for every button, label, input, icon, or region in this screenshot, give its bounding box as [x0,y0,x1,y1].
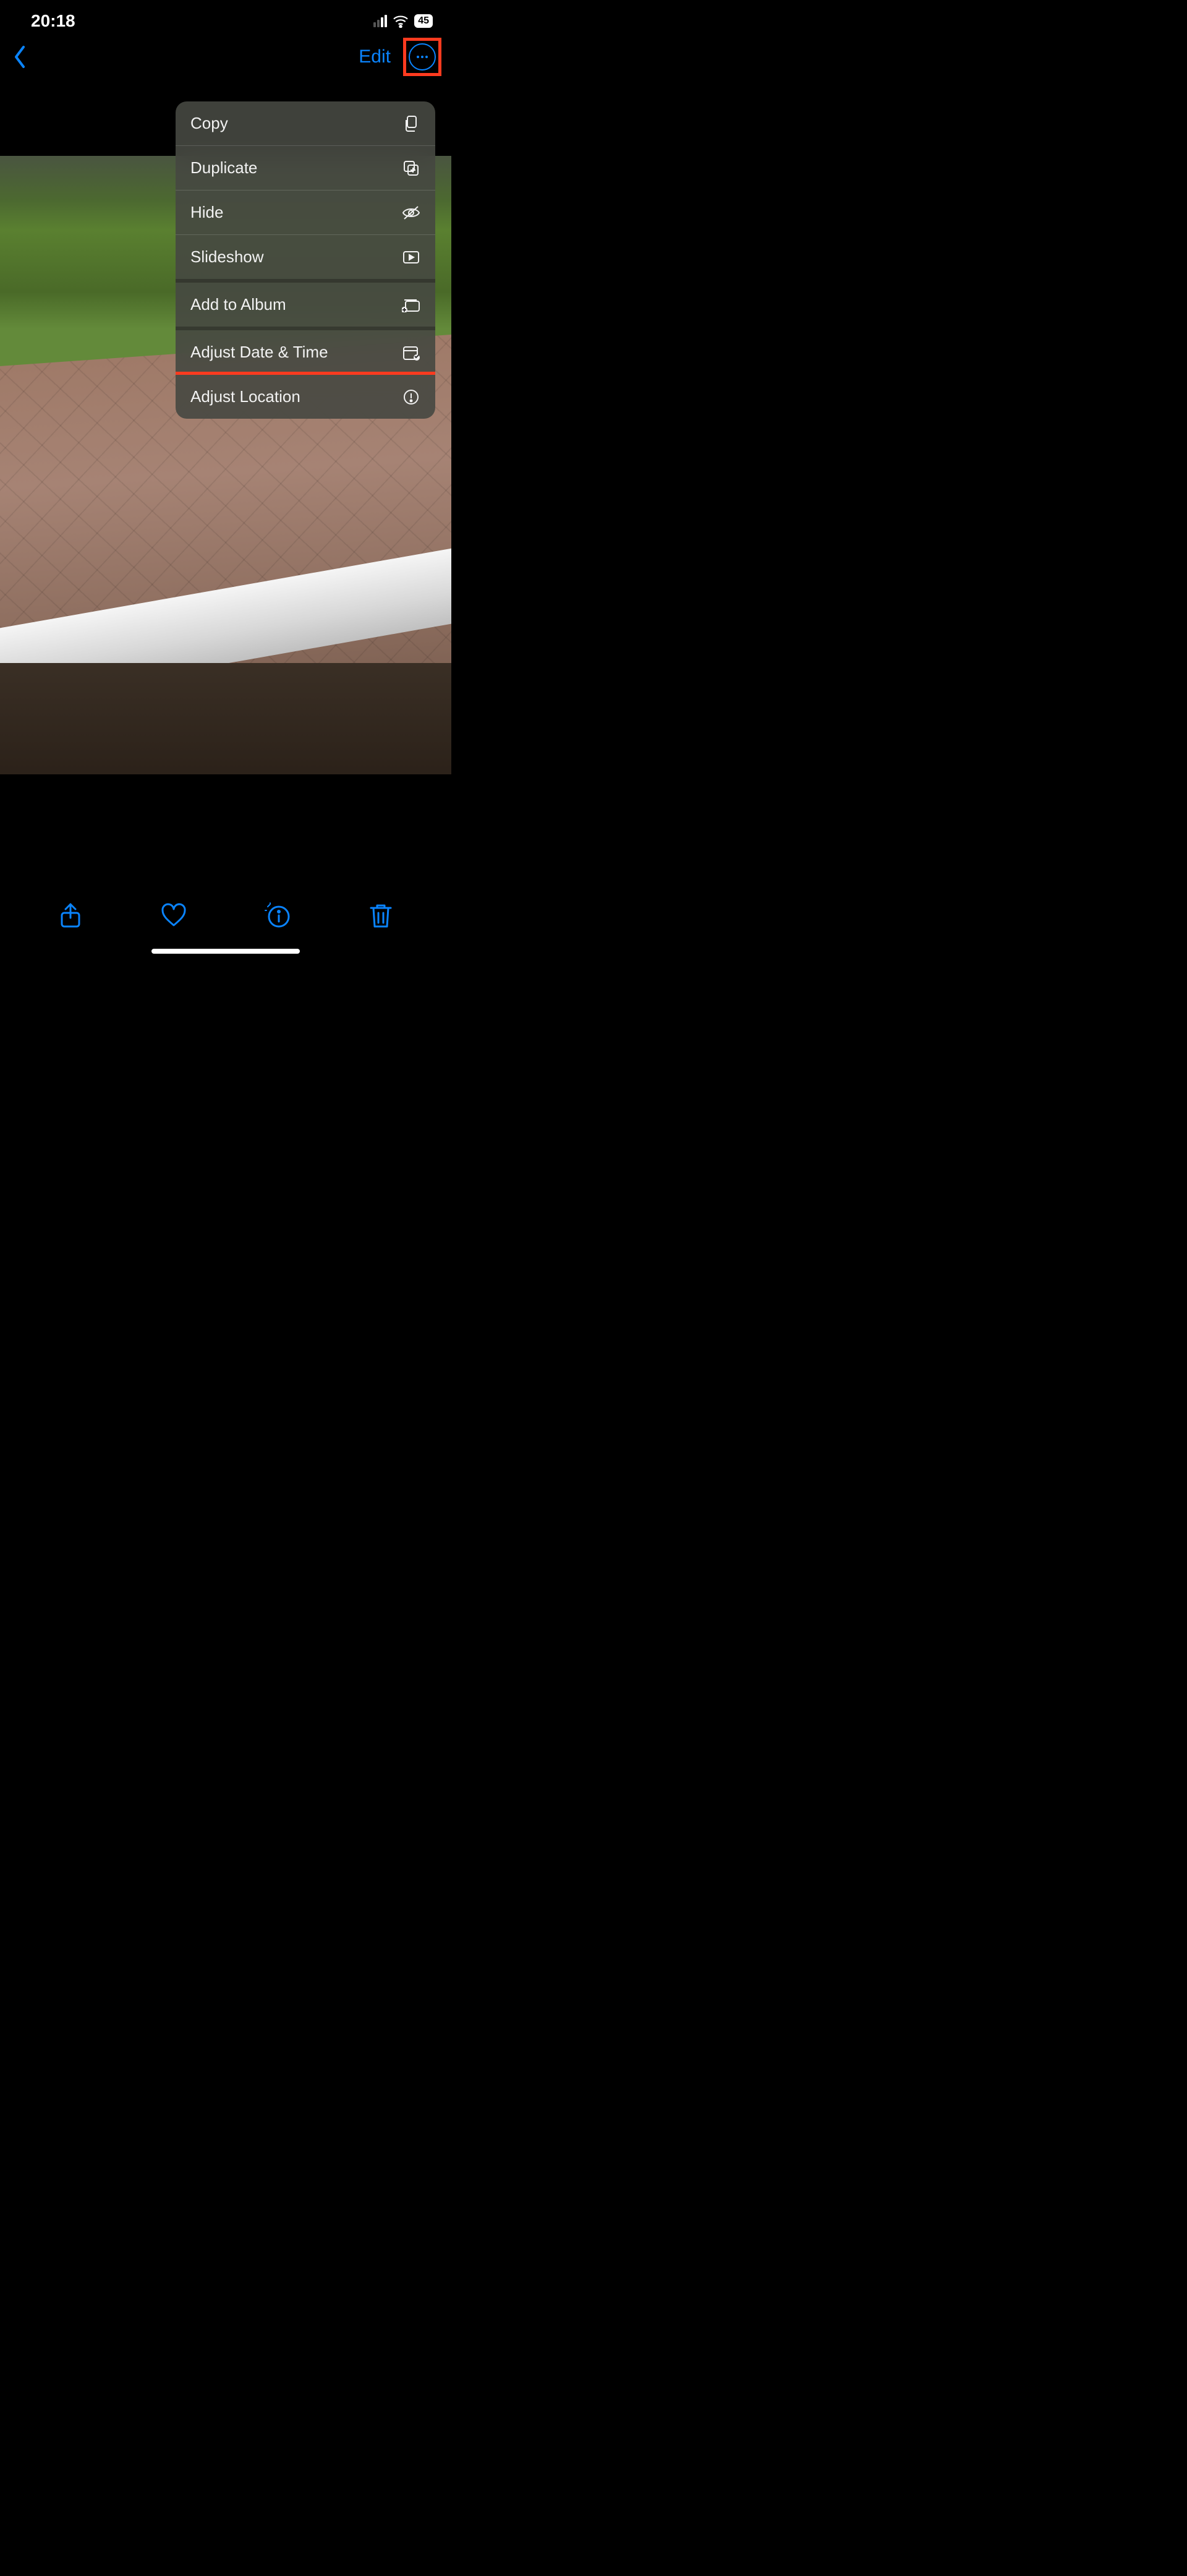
bottom-toolbar [0,889,451,935]
favorite-button[interactable] [160,902,187,929]
menu-slideshow[interactable]: Slideshow [176,235,435,283]
info-button[interactable] [264,902,291,929]
menu-duplicate-label: Duplicate [190,158,257,178]
adjust-date-icon [402,343,420,362]
slideshow-icon [402,248,420,267]
back-button[interactable] [12,45,27,69]
nav-right: Edit [359,38,439,76]
menu-hide-label: Hide [190,203,223,222]
home-indicator[interactable] [151,949,300,954]
share-button[interactable] [57,902,84,929]
menu-adjust-location-label: Adjust Location [190,387,300,406]
more-button[interactable] [409,43,436,71]
add-to-album-icon [402,296,420,314]
menu-adjust-date-time[interactable]: Adjust Date & Time [176,330,435,375]
menu-copy[interactable]: Copy [176,101,435,146]
edit-button[interactable]: Edit [359,46,391,67]
duplicate-icon [402,159,420,178]
annotation-highlight-more [403,38,441,76]
menu-copy-label: Copy [190,114,228,133]
status-bar: 20:18 45 [0,0,451,37]
context-menu: Copy Duplicate Hide [176,101,435,419]
status-time: 20:18 [31,11,75,31]
copy-icon [402,114,420,133]
wifi-icon [392,14,409,28]
menu-hide[interactable]: Hide [176,190,435,235]
menu-duplicate[interactable]: Duplicate [176,146,435,190]
battery-percent: 45 [418,16,429,26]
hide-icon [402,203,420,222]
status-icons: 45 [373,14,433,28]
menu-slideshow-label: Slideshow [190,247,264,267]
adjust-location-icon [402,388,420,406]
menu-adjust-location[interactable]: Adjust Location [176,372,435,419]
battery-icon: 45 [414,14,433,28]
nav-bar: Edit [0,37,451,82]
menu-add-to-album-label: Add to Album [190,295,286,314]
menu-add-to-album[interactable]: Add to Album [176,283,435,330]
cellular-signal-icon [373,15,387,27]
delete-button[interactable] [367,902,394,929]
menu-adjust-date-label: Adjust Date & Time [190,343,328,362]
